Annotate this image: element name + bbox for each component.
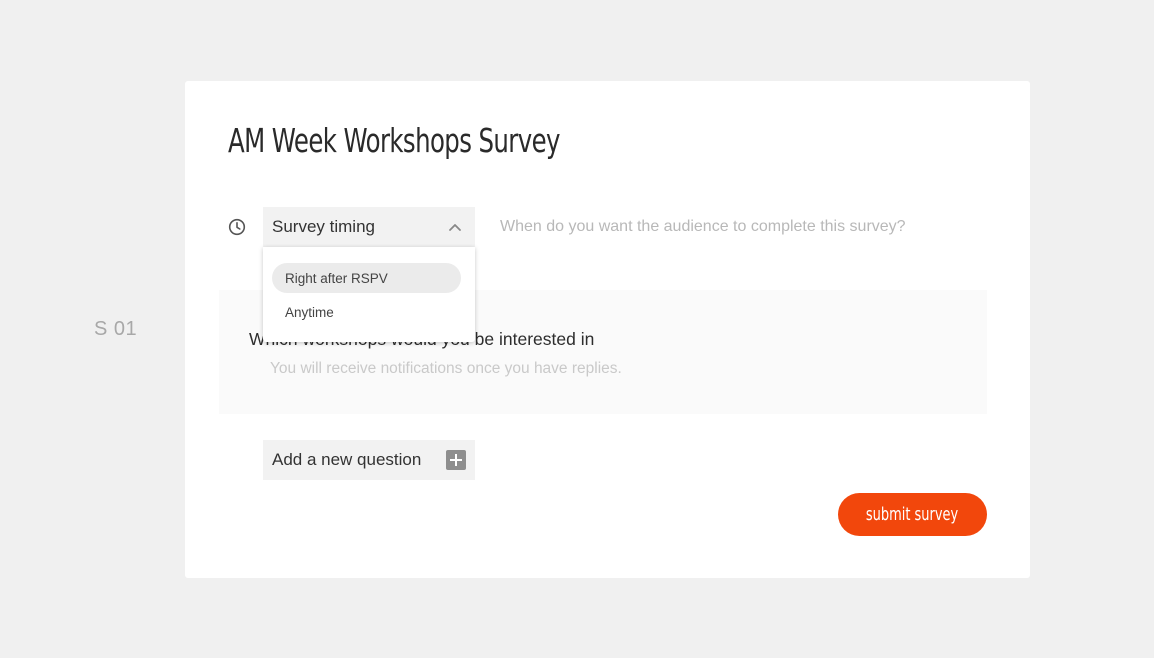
question-subtext: You will receive notifications once you … [270, 360, 622, 377]
page-title: AM Week Workshops Survey [228, 121, 561, 160]
survey-timing-dropdown: Right after RSPV Anytime [263, 247, 475, 342]
option-right-after-rspv[interactable]: Right after RSPV [272, 263, 461, 293]
timing-hint: When do you want the audience to complet… [500, 218, 906, 235]
clock-icon [228, 218, 246, 236]
add-question-button[interactable]: Add a new question [263, 440, 475, 480]
chevron-up-icon [449, 224, 461, 231]
survey-timing-label: Survey timing [272, 217, 375, 236]
step-label: S 01 [94, 318, 138, 340]
plus-icon [446, 450, 466, 470]
add-question-label: Add a new question [272, 450, 422, 469]
survey-timing-select[interactable]: Survey timing [263, 207, 475, 247]
submit-survey-label: submit survey [866, 504, 959, 525]
page: S 01 AM Week Workshops Survey Survey tim… [0, 0, 1154, 658]
submit-survey-button[interactable]: submit survey [838, 493, 987, 536]
option-anytime[interactable]: Anytime [272, 297, 461, 327]
survey-card: AM Week Workshops Survey Survey timing W… [185, 81, 1030, 578]
